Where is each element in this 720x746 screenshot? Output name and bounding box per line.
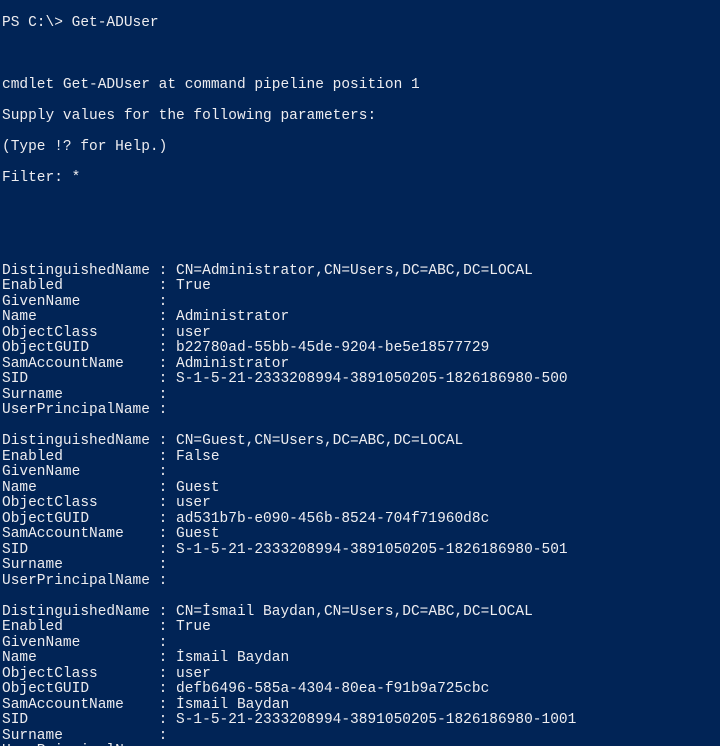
output-field-objectguid: ObjectGUID : b22780ad-55bb-45de-9204-be5…	[2, 341, 718, 357]
output-field-samaccountname: SamAccountName : Guest	[2, 527, 718, 543]
output-field-sid: SID : S-1-5-21-2333208994-3891050205-182…	[2, 372, 718, 388]
output-field-distinguishedname: DistinguishedName : CN=Administrator,CN=…	[2, 264, 718, 280]
output-field-objectclass: ObjectClass : user	[2, 667, 718, 683]
output-field-distinguishedname: DistinguishedName : CN=Guest,CN=Users,DC…	[2, 434, 718, 450]
output-field-surname: Surname :	[2, 388, 718, 404]
output-field-name: Name : İsmail Baydan	[2, 651, 718, 667]
output-field-enabled: Enabled : False	[2, 450, 718, 466]
output-field-enabled: Enabled : True	[2, 620, 718, 636]
output-field-surname: Surname :	[2, 729, 718, 745]
blank-line	[2, 202, 718, 218]
output-field-sid: SID : S-1-5-21-2333208994-3891050205-182…	[2, 713, 718, 729]
cmdlet-info-line: Supply values for the following paramete…	[2, 109, 718, 125]
output-field-objectclass: ObjectClass : user	[2, 326, 718, 342]
cmdlet-info-line: cmdlet Get-ADUser at command pipeline po…	[2, 78, 718, 94]
blank-line	[2, 47, 718, 63]
output-field-objectguid: ObjectGUID : ad531b7b-e090-456b-8524-704…	[2, 512, 718, 528]
output-field-samaccountname: SamAccountName : İsmail Baydan	[2, 698, 718, 714]
powershell-console[interactable]: PS C:\> Get-ADUser cmdlet Get-ADUser at …	[0, 0, 720, 746]
output-field-name: Name : Guest	[2, 481, 718, 497]
cmdlet-info-line: Filter: *	[2, 171, 718, 187]
output-field-enabled: Enabled : True	[2, 279, 718, 295]
blank-line	[2, 233, 718, 249]
cmdlet-info-line: (Type !? for Help.)	[2, 140, 718, 156]
command-prompt-line: PS C:\> Get-ADUser	[2, 16, 718, 32]
output-records: DistinguishedName : CN=Administrator,CN=…	[2, 264, 718, 746]
output-field-surname: Surname :	[2, 558, 718, 574]
output-field-userprincipalname: UserPrincipalName :	[2, 403, 718, 419]
output-field-distinguishedname: DistinguishedName : CN=İsmail Baydan,CN=…	[2, 605, 718, 621]
output-field-userprincipalname: UserPrincipalName :	[2, 574, 718, 590]
output-field-givenname: GivenName :	[2, 295, 718, 311]
output-field-samaccountname: SamAccountName : Administrator	[2, 357, 718, 373]
output-field-objectguid: ObjectGUID : defb6496-585a-4304-80ea-f91…	[2, 682, 718, 698]
blank-line	[2, 419, 718, 435]
output-field-givenname: GivenName :	[2, 636, 718, 652]
output-field-givenname: GivenName :	[2, 465, 718, 481]
output-field-name: Name : Administrator	[2, 310, 718, 326]
output-field-objectclass: ObjectClass : user	[2, 496, 718, 512]
blank-line	[2, 589, 718, 605]
output-field-sid: SID : S-1-5-21-2333208994-3891050205-182…	[2, 543, 718, 559]
